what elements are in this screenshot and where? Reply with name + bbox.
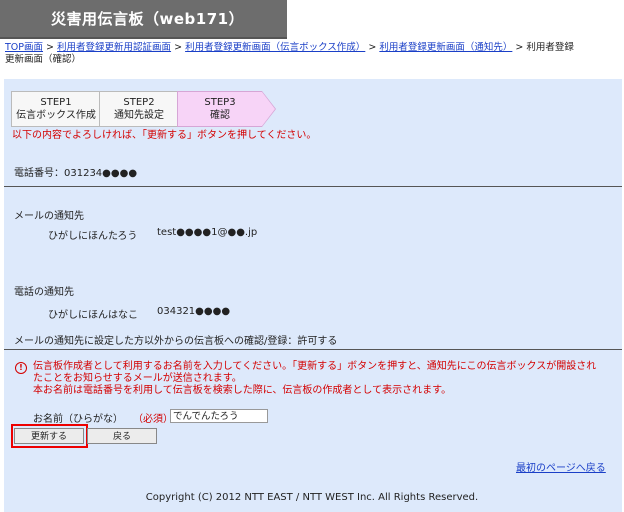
step-2-label: 通知先設定 bbox=[114, 110, 164, 121]
step-1-num: STEP1 bbox=[40, 97, 72, 108]
breadcrumb-current: 利用者登録 bbox=[526, 42, 574, 53]
mail-notify-heading: メールの通知先 bbox=[14, 211, 84, 222]
footer-copyright: Copyright (C) 2012 NTT EAST / NTT WEST I… bbox=[145, 492, 479, 503]
step-3-label: 確認 bbox=[210, 110, 230, 121]
breadcrumb-separator: > bbox=[368, 42, 377, 53]
mail-notify-name: ひがしにほんたろう bbox=[48, 231, 138, 242]
permission-text: メールの通知先に設定した方以外からの伝言板への確認/登録：許可する bbox=[14, 336, 338, 347]
warning-icon: ! bbox=[15, 362, 27, 374]
instruction-text: 以下の内容でよろしければ、「更新する」ボタンを押してください。 bbox=[12, 130, 317, 141]
phone-notify-heading: 電話の通知先 bbox=[14, 287, 74, 298]
phone-notify-number: 034321●●●● bbox=[157, 306, 231, 317]
phone-number-row: 電話番号：031234●●●● bbox=[14, 164, 137, 179]
warning-line-3: 本お名前は電話番号を利用して伝言板を検索した際に、伝言板の作成者として表示されま… bbox=[33, 385, 452, 396]
breadcrumb-separator: > bbox=[46, 42, 55, 53]
phone-notify-name: ひがしにほんはなこ bbox=[48, 310, 138, 321]
step-2-num: STEP2 bbox=[123, 97, 155, 108]
breadcrumb-link-box[interactable]: 利用者登録更新画面（伝言ボックス作成） bbox=[185, 42, 365, 53]
name-field-label: お名前（ひらがな） bbox=[33, 414, 123, 425]
divider bbox=[4, 186, 622, 187]
update-button[interactable]: 更新する bbox=[14, 428, 84, 444]
breadcrumb: TOP画面 > 利用者登録更新用認証画面 > 利用者登録更新画面（伝言ボックス作… bbox=[5, 42, 620, 66]
page-title: 災害用伝言板（web171） bbox=[51, 10, 245, 28]
breadcrumb-link-top[interactable]: TOP画面 bbox=[5, 42, 43, 53]
required-badge: （必須） bbox=[133, 414, 173, 425]
name-input[interactable]: でんでんたろう bbox=[170, 409, 268, 423]
phone-value: 031234●●●● bbox=[64, 168, 138, 179]
first-page-link[interactable]: 最初のページへ戻る bbox=[516, 459, 606, 474]
back-button[interactable]: 戻る bbox=[87, 428, 157, 444]
warning-line-2: たことをお知らせするメールが送信されます。 bbox=[33, 373, 242, 384]
breadcrumb-link-notify[interactable]: 利用者登録更新画面（通知先） bbox=[379, 42, 512, 53]
warning-text: 伝言板作成者として利用するお名前を入力してください。「更新する」ボタンを押すと、… bbox=[33, 361, 618, 397]
step-arrow-fill bbox=[262, 92, 275, 126]
breadcrumb-link-auth[interactable]: 利用者登録更新用認証画面 bbox=[57, 42, 171, 53]
step-3-current: STEP3 確認 bbox=[177, 91, 276, 127]
mail-notify-address: test●●●●1@●●.jp bbox=[157, 227, 258, 238]
step-1-label: 伝言ボックス作成 bbox=[16, 110, 96, 121]
header-bar: 災害用伝言板（web171） bbox=[0, 0, 287, 39]
content-panel bbox=[4, 79, 622, 512]
warning-line-1: 伝言板作成者として利用するお名前を入力してください。「更新する」ボタンを押すと、… bbox=[33, 361, 597, 372]
phone-label: 電話番号： bbox=[14, 168, 64, 179]
step-2: STEP2 通知先設定 bbox=[99, 91, 190, 127]
breadcrumb-separator: > bbox=[515, 42, 524, 53]
divider bbox=[4, 349, 622, 350]
step-3-num: STEP3 bbox=[204, 97, 236, 108]
breadcrumb-separator: > bbox=[174, 42, 183, 53]
step-1: STEP1 伝言ボックス作成 bbox=[11, 91, 112, 127]
breadcrumb-current-cont: 更新画面（確認） bbox=[5, 54, 82, 65]
